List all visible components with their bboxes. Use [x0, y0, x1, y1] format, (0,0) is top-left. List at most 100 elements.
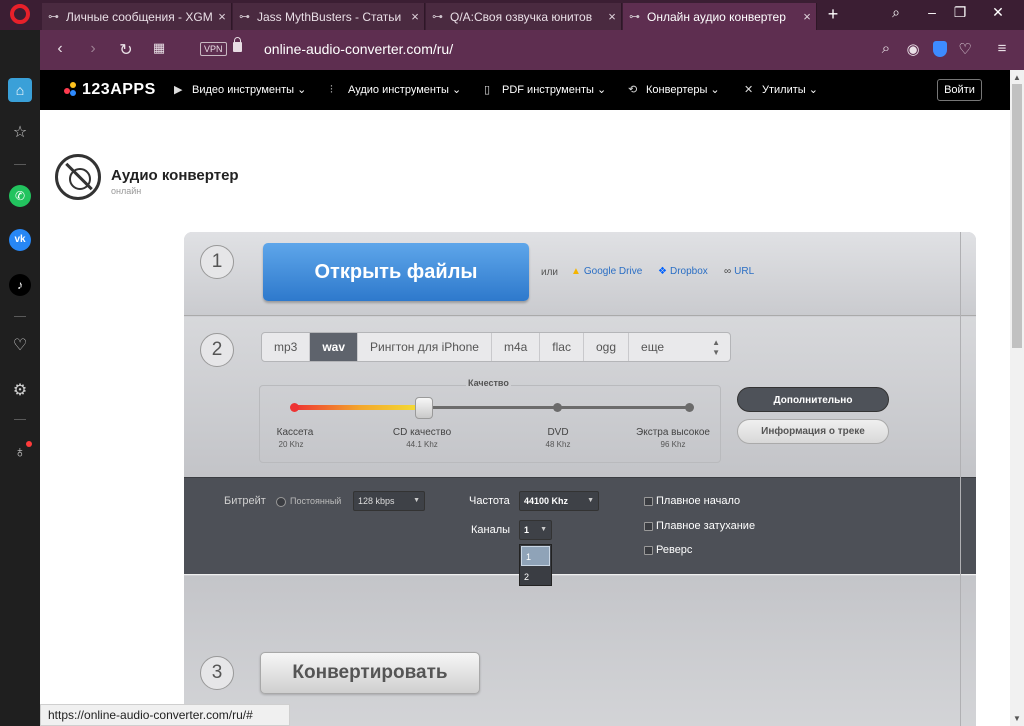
heart-icon[interactable]: ♡ — [9, 335, 31, 357]
tools-icon: ✕ — [744, 84, 754, 96]
tabs-grid-icon[interactable]: ▦ — [149, 40, 169, 56]
tab-audio-converter[interactable]: ⊶ Онлайн аудио конвертер × — [623, 3, 817, 30]
format-flac[interactable]: flac — [540, 333, 584, 361]
reverse-label: Реверс — [656, 544, 693, 556]
vpn-badge[interactable]: VPN — [200, 42, 227, 56]
nav-utilities[interactable]: ✕ Утилиты ⌄ — [744, 83, 818, 96]
vk-icon[interactable]: vk — [9, 229, 31, 251]
sidebar-divider — [14, 316, 26, 317]
constant-bitrate-radio[interactable] — [276, 497, 286, 507]
nav-pdf-tools[interactable]: ▯ PDF инструменты ⌄ — [484, 83, 606, 96]
home-icon[interactable]: ⌂ — [8, 78, 32, 102]
heart-icon[interactable]: ♡ — [955, 40, 975, 58]
whatsapp-icon[interactable]: ✆ — [9, 185, 31, 207]
page-subtitle: онлайн — [111, 186, 142, 196]
opera-logo-icon[interactable] — [10, 4, 30, 24]
quality-title: Качество — [466, 378, 511, 388]
status-bar-url: https://online-audio-converter.com/ru/# — [40, 704, 290, 726]
advanced-settings-button[interactable]: Дополнительно — [737, 387, 889, 412]
new-tab-icon[interactable]: + — [824, 5, 842, 25]
fade-in-checkbox[interactable] — [644, 497, 653, 506]
url-link[interactable]: ∞ URL — [724, 266, 754, 277]
quality-label: CD качество — [392, 427, 452, 438]
incognito-icon: ⊶ — [239, 10, 250, 23]
channel-option-1[interactable]: 1 — [521, 546, 550, 566]
close-icon[interactable]: × — [798, 9, 816, 24]
camera-icon[interactable]: ◉ — [903, 40, 923, 58]
close-icon[interactable]: × — [406, 9, 424, 24]
quality-label: Кассета — [276, 427, 314, 438]
incognito-icon: ⊶ — [629, 10, 640, 23]
quality-label: DVD — [547, 427, 569, 438]
open-files-button[interactable]: Открыть файлы — [263, 243, 529, 301]
caret-down-icon: ▼ — [413, 497, 420, 504]
star-icon[interactable]: ☆ — [9, 122, 31, 144]
video-icon: ▶ — [174, 84, 183, 96]
quality-slider-handle[interactable] — [415, 397, 433, 419]
close-icon[interactable]: × — [603, 9, 621, 24]
format-more-select[interactable]: еще ▲ ▼ — [629, 333, 730, 361]
logo-text: 123APPS — [82, 81, 156, 98]
nav-audio-tools[interactable]: ⫶ Аудио инструменты ⌄ — [330, 83, 461, 97]
quality-stop-extra[interactable] — [685, 403, 694, 412]
google-drive-link[interactable]: ▲ Google Drive — [571, 266, 642, 277]
google-drive-icon: ▲ — [571, 266, 581, 277]
restore-icon[interactable]: ❐ — [950, 4, 970, 21]
format-iphone-ringtone[interactable]: Рингтон для iPhone — [358, 333, 492, 361]
tab-qa-voice[interactable]: ⊶ Q/A:Своя озвучка юнитов × — [426, 3, 622, 30]
login-button[interactable]: Войти — [937, 79, 982, 101]
fade-in-label: Плавное начало — [656, 495, 741, 507]
forward-icon[interactable]: › — [83, 40, 103, 58]
tab-bar: ⊶ Личные сообщения - XGM × ⊶ Jass MythBu… — [0, 0, 1024, 30]
scrollbar-thumb[interactable] — [1012, 84, 1022, 348]
incognito-icon: ⊶ — [432, 10, 443, 23]
minimize-icon[interactable]: – — [922, 4, 942, 20]
format-m4a[interactable]: m4a — [492, 333, 541, 361]
tab-private-messages[interactable]: ⊶ Личные сообщения - XGM × — [42, 3, 232, 30]
close-window-icon[interactable]: ✕ — [988, 4, 1008, 21]
back-icon[interactable]: ‹ — [50, 40, 70, 58]
scroll-down-icon[interactable]: ▼ — [1013, 714, 1021, 723]
audio-wave-icon: ⫶ — [330, 84, 333, 96]
reverse-checkbox[interactable] — [644, 546, 653, 555]
bitrate-select[interactable]: 128 kbps ▼ — [353, 491, 425, 511]
scroll-up-icon[interactable]: ▲ — [1013, 73, 1021, 82]
quality-stop-cassette[interactable] — [290, 403, 299, 412]
dropbox-link[interactable]: ❖ Dropbox — [658, 266, 708, 277]
channels-dropdown: 1 2 — [519, 544, 552, 586]
convert-icon: ⟲ — [628, 84, 638, 96]
quality-khz: 44.1 Khz — [406, 440, 438, 449]
format-ogg[interactable]: ogg — [584, 333, 630, 361]
site-logo[interactable]: 123APPS — [64, 81, 156, 99]
nav-video-tools[interactable]: ▶ Видео инструменты ⌄ — [174, 83, 306, 96]
tiktok-icon[interactable]: ♪ — [9, 274, 31, 296]
menu-icon[interactable]: ≡ — [992, 40, 1012, 57]
nav-converters[interactable]: ⟲ Конвертеры ⌄ — [628, 83, 720, 96]
channel-option-2[interactable]: 2 — [520, 567, 551, 587]
quality-stop-dvd[interactable] — [553, 403, 562, 412]
search-icon[interactable]: ⌕ — [876, 40, 896, 57]
address-bar: ‹ › ↻ ▦ VPN online-audio-converter.com/r… — [40, 30, 1024, 70]
lock-icon[interactable] — [233, 37, 242, 52]
reload-icon[interactable]: ↻ — [116, 40, 136, 60]
channels-select[interactable]: 1 ▼ — [519, 520, 552, 540]
tab-title: Q/A:Своя озвучка юнитов — [450, 9, 593, 24]
site-navbar: 123APPS ▶ Видео инструменты ⌄ ⫶ Аудио инст… — [40, 70, 1010, 110]
close-icon[interactable]: × — [213, 9, 231, 24]
settings-icon[interactable]: ⚙ — [9, 380, 31, 402]
dropbox-icon: ❖ — [658, 266, 667, 277]
audio-disc-icon — [55, 154, 101, 200]
fade-out-checkbox[interactable] — [644, 522, 653, 531]
constant-bitrate-label: Постоянный — [290, 496, 342, 506]
shield-icon[interactable] — [933, 41, 947, 57]
track-info-button[interactable]: Информация о треке — [737, 419, 889, 444]
format-mp3[interactable]: mp3 — [262, 333, 311, 361]
frequency-select[interactable]: 44100 Khz ▼ — [519, 491, 599, 511]
step-format-quality: 2 mp3 wav Рингтон для iPhone m4a flac og… — [184, 317, 976, 477]
convert-button[interactable]: Конвертировать — [260, 652, 480, 694]
search-tabs-icon[interactable]: ⌕ — [886, 4, 906, 21]
format-wav[interactable]: wav — [310, 333, 359, 361]
sidebar-divider — [14, 419, 26, 420]
tab-jass-mythbusters[interactable]: ⊶ Jass MythBusters - Статьи × — [233, 3, 425, 30]
url-input[interactable]: online-audio-converter.com/ru/ — [264, 41, 453, 57]
